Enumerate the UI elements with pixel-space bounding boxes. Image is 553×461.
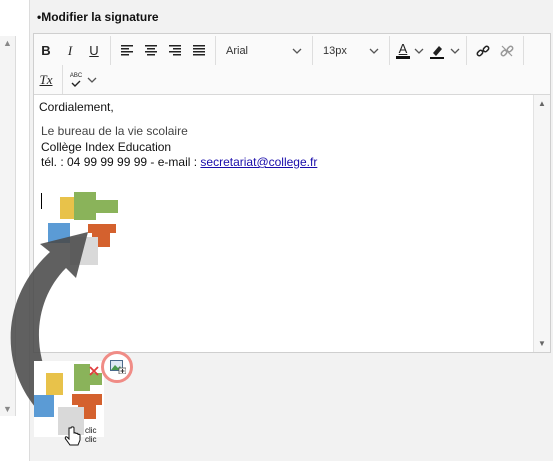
chevron-down-icon <box>292 45 302 57</box>
school-logo-image[interactable] <box>48 187 120 267</box>
font-family-value: Arial <box>226 44 249 57</box>
align-center-icon[interactable] <box>139 40 163 62</box>
underline-button[interactable]: U <box>82 40 106 62</box>
text-caret <box>41 193 42 209</box>
section-title: •Modifier la signature <box>37 10 159 24</box>
signature-contact-line: tél. : 04 99 99 99 99 - e-mail : secreta… <box>41 155 317 169</box>
toolbar-separator <box>312 36 313 65</box>
insert-image-icon <box>110 360 126 374</box>
chevron-down-icon[interactable] <box>412 40 426 62</box>
hand-cursor-icon <box>64 426 81 446</box>
signature-line-2: Collège Index Education <box>41 140 172 154</box>
align-right-icon[interactable] <box>163 40 187 62</box>
signature-email-link[interactable]: secretariat@college.fr <box>200 155 317 169</box>
align-left-icon[interactable] <box>115 40 139 62</box>
unlink-icon[interactable] <box>495 40 519 62</box>
highlight-marker-icon[interactable] <box>426 40 448 62</box>
scroll-down-icon[interactable]: ▼ <box>3 404 12 414</box>
spellcheck-icon[interactable]: ABC <box>67 69 85 91</box>
font-size-value: 13px <box>323 44 347 57</box>
editor-toolbar: B I U Arial 13px A Tx ABC <box>34 34 550 95</box>
toolbar-row-2: Tx ABC <box>34 65 99 94</box>
editor-scrollbar[interactable]: ▲ ▼ <box>533 95 550 352</box>
clear-format-icon[interactable]: Tx <box>34 69 58 91</box>
toolbar-row-1: B I U Arial 13px A <box>34 36 528 65</box>
rich-text-editor: B I U Arial 13px A Tx ABC Cordialement, … <box>33 33 551 353</box>
toolbar-separator <box>62 65 63 94</box>
font-color-swatch <box>396 56 410 59</box>
editor-content[interactable]: Cordialement, Le bureau de la vie scolai… <box>34 95 532 352</box>
delete-x-icon[interactable] <box>89 366 99 376</box>
signature-closing: Cordialement, <box>39 100 114 114</box>
font-size-select[interactable]: 13px <box>317 45 385 57</box>
signature-line-1: Le bureau de la vie scolaire <box>41 124 188 138</box>
insert-image-button[interactable] <box>101 351 133 383</box>
bold-button[interactable]: B <box>34 40 58 62</box>
font-family-select[interactable]: Arial <box>220 45 308 57</box>
font-color-button[interactable]: A <box>394 40 412 62</box>
chevron-down-icon <box>369 45 379 57</box>
scroll-down-icon[interactable]: ▼ <box>538 339 546 348</box>
click-hint: clic clic <box>85 426 97 444</box>
scroll-up-icon[interactable]: ▲ <box>538 99 546 108</box>
italic-button[interactable]: I <box>58 40 82 62</box>
left-scrollbar[interactable]: ▲ ▼ <box>0 36 16 416</box>
toolbar-separator <box>215 36 216 65</box>
toolbar-separator <box>110 36 111 65</box>
toolbar-separator <box>389 36 390 65</box>
click-hint-line: clic <box>85 426 97 435</box>
align-justify-icon[interactable] <box>187 40 211 62</box>
signature-phone: tél. : 04 99 99 99 99 - e-mail : <box>41 155 201 169</box>
click-hint-line: clic <box>85 435 97 444</box>
toolbar-separator <box>466 36 467 65</box>
font-color-icon: A <box>398 41 408 56</box>
scroll-up-icon[interactable]: ▲ <box>3 38 12 48</box>
link-icon[interactable] <box>471 40 495 62</box>
spellcheck-label: ABC <box>69 72 83 79</box>
toolbar-separator <box>523 36 524 65</box>
chevron-down-icon[interactable] <box>85 69 99 91</box>
chevron-down-icon[interactable] <box>448 40 462 62</box>
section-title-text: Modifier la signature <box>41 10 159 24</box>
